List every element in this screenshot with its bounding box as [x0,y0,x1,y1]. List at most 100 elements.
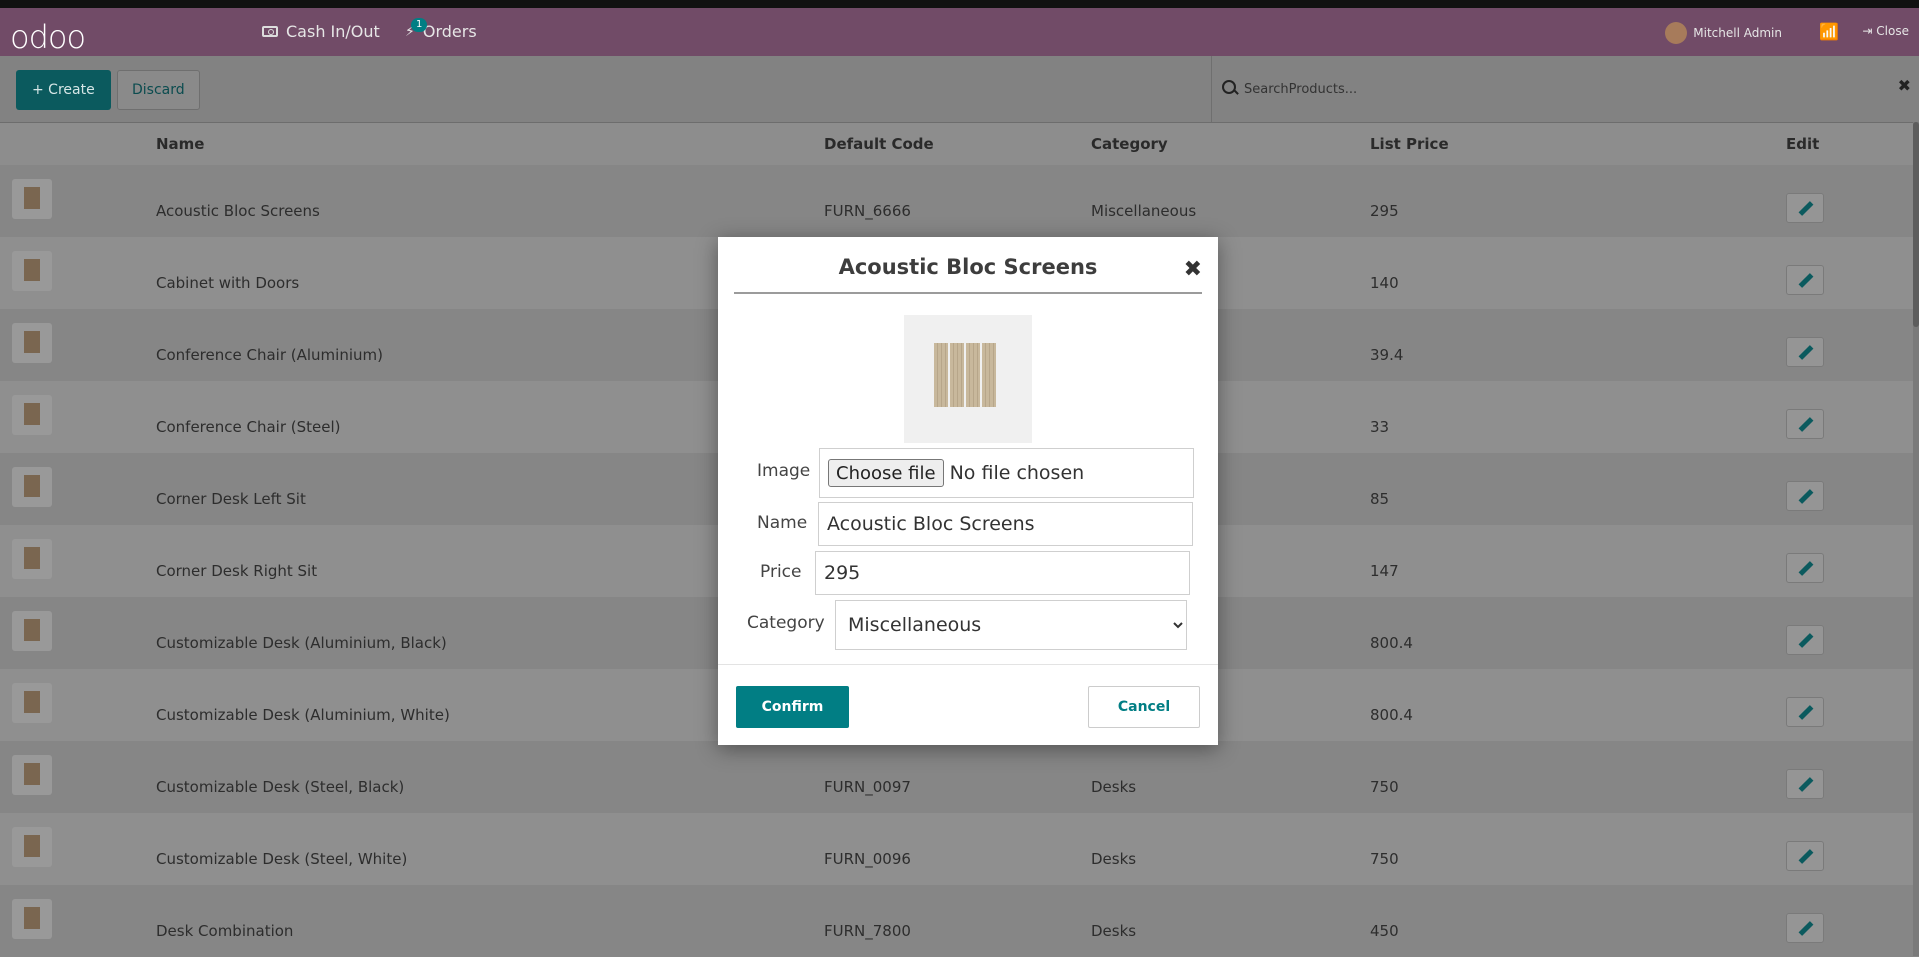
edit-button[interactable] [1786,625,1824,655]
category-select[interactable]: Miscellaneous [835,600,1187,650]
edit-button[interactable] [1786,553,1824,583]
price-label: Price [760,562,802,582]
edit-button[interactable] [1786,913,1824,943]
pencil-icon [1798,273,1814,288]
cell-category: Desks [1091,850,1137,868]
close-session-button[interactable]: ⇥ Close [1862,24,1909,38]
cell-list-price: 750 [1370,778,1399,796]
price-field[interactable] [815,551,1190,595]
cell-list-price: 800.4 [1370,634,1413,652]
cash-icon [262,26,278,37]
cell-name: Acoustic Bloc Screens [156,202,320,220]
pencil-icon [1798,921,1814,936]
top-navbar: odoo Cash In/Out ⚡ Orders 1 Mitchell Adm… [0,0,1919,56]
edit-button[interactable] [1786,841,1824,871]
pencil-icon [1798,345,1814,360]
cell-name: Conference Chair (Aluminium) [156,346,383,364]
category-label: Category [747,613,825,633]
orders-label: Orders [422,22,477,41]
product-thumbnail [12,683,52,723]
cell-default-code: FURN_6666 [824,202,911,220]
cash-in-out-label: Cash In/Out [286,22,380,41]
cell-name: Customizable Desk (Steel, Black) [156,778,405,796]
user-menu[interactable]: Mitchell Admin [1665,22,1782,44]
edit-button[interactable] [1786,409,1824,439]
dialog-title: Acoustic Bloc Screens [838,255,1098,279]
product-thumbnail [12,755,52,795]
pencil-icon [1798,561,1814,576]
cell-default-code: FURN_0097 [824,778,911,796]
product-thumbnail [12,323,52,363]
product-thumbnail [12,827,52,867]
pencil-icon [1798,201,1814,216]
image-file-input[interactable]: Choose file No file chosen [819,448,1194,498]
cash-in-out-button[interactable]: Cash In/Out [262,22,380,41]
column-header-name: Name [156,135,205,153]
sign-out-icon: ⇥ [1862,24,1873,38]
close-icon[interactable]: ✖ [1184,257,1202,282]
product-thumbnail [12,251,52,291]
create-button[interactable]: + Create [16,70,111,110]
pencil-icon [1798,633,1814,648]
table-row[interactable]: Acoustic Bloc Screens FURN_6666 Miscellane… [0,165,1919,237]
pencil-icon [1798,777,1814,792]
cell-list-price: 450 [1370,922,1399,940]
cancel-button[interactable]: Cancel [1088,686,1200,728]
edit-button[interactable] [1786,697,1824,727]
pencil-icon [1798,849,1814,864]
table-row[interactable]: Customizable Desk (Steel, Black) FURN_009… [0,741,1919,813]
cell-list-price: 85 [1370,490,1390,508]
avatar [1665,22,1688,44]
discard-button[interactable]: Discard [117,70,200,110]
wifi-icon: 📶 [1819,22,1839,41]
cell-name: Conference Chair (Steel) [156,418,341,436]
pencil-icon [1798,417,1814,432]
scrollbar-thumb[interactable] [1913,122,1919,327]
confirm-button[interactable]: Confirm [736,686,849,728]
cell-category: Desks [1091,778,1137,796]
product-thumbnail [12,539,52,579]
cell-name: Corner Desk Right Sit [156,562,318,580]
product-thumbnail [12,467,52,507]
odoo-logo: odoo [10,18,86,56]
cell-category: Desks [1091,922,1137,940]
edit-button[interactable] [1786,265,1824,295]
cell-name: Customizable Desk (Aluminium, White) [156,706,450,724]
column-header-category: Category [1091,135,1168,153]
cell-name: Cabinet with Doors [156,274,300,292]
cell-name: Customizable Desk (Aluminium, Black) [156,634,447,652]
product-thumbnail [12,611,52,651]
image-label: Image [757,461,811,481]
cell-default-code: FURN_7800 [824,922,911,940]
control-bar: + Create Discard ✖ [0,56,1919,123]
cell-list-price: 33 [1370,418,1390,436]
column-header-edit: Edit [1786,135,1820,153]
edit-button[interactable] [1786,337,1824,367]
product-thumbnail [12,395,52,435]
cell-name: Desk Combination [156,922,294,940]
user-name: Mitchell Admin [1693,26,1782,40]
file-status-text: No file chosen [949,462,1085,484]
cell-list-price: 800.4 [1370,706,1413,724]
orders-count-badge: 1 [411,18,428,32]
cell-name: Corner Desk Left Sit [156,490,306,508]
table-header: Name Default Code Category List Price Ed… [0,123,1919,165]
cell-list-price: 140 [1370,274,1399,292]
edit-button[interactable] [1786,481,1824,511]
product-image [904,315,1032,443]
edit-button[interactable] [1786,769,1824,799]
cell-category: Miscellaneous [1091,202,1197,220]
table-row[interactable]: Customizable Desk (Steel, White) FURN_009… [0,813,1919,885]
choose-file-button[interactable]: Choose file [828,459,944,487]
cell-list-price: 39.4 [1370,346,1404,364]
close-icon[interactable]: ✖ [1898,76,1911,95]
name-field[interactable] [818,502,1193,546]
table-row[interactable]: Desk Combination FURN_7800 Desks 450 [0,885,1919,957]
product-thumbnail [12,899,52,939]
search-input[interactable] [1242,76,1846,102]
edit-button[interactable] [1786,193,1824,223]
pencil-icon [1798,705,1814,720]
search-icon [1222,80,1236,94]
product-thumbnail [12,179,52,219]
divider [734,292,1202,294]
